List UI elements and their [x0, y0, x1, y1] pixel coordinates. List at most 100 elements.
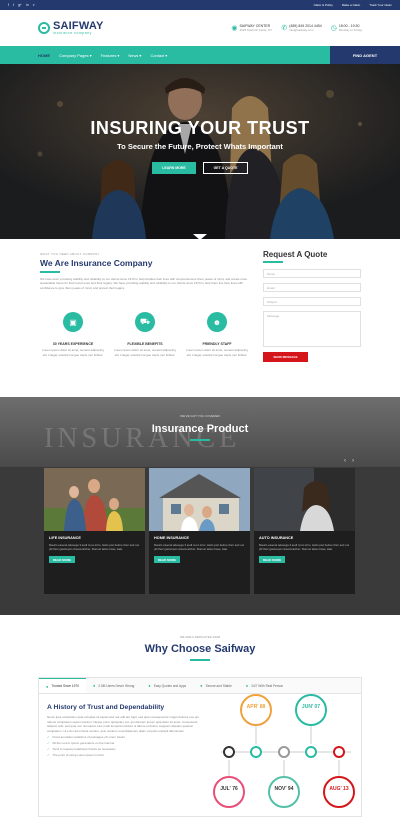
link-claim-policy[interactable]: Claim & Policy — [314, 3, 333, 7]
message-field[interactable]: Message — [263, 310, 361, 347]
logo-title: SAIFWAY — [53, 20, 104, 32]
feature-benefits: ⛟ FLEXIBLE BENEFITS Lorem ipsum dolor si… — [112, 312, 178, 357]
list-item-text: All the Lorem Ipsum generators on the in… — [52, 741, 115, 745]
learn-more-button[interactable]: LEARN MORE — [152, 162, 196, 174]
logo[interactable]: SAIFWAY insurance company — [38, 21, 104, 35]
feature-title: FLEXIBLE BENEFITS — [127, 342, 163, 346]
why-underline — [190, 659, 210, 661]
contact-hours: ◷ 18:00 - 19:30 Monday to Friday — [331, 24, 362, 32]
timeline-dot[interactable] — [305, 746, 317, 758]
tab-trusted[interactable]: ● Trusted Since 1970 — [39, 678, 86, 693]
nav-news[interactable]: News — [128, 53, 138, 58]
timeline-label: APR' 88 — [247, 704, 266, 710]
list-item: ✓ Tend to repeat predefined chunks as nec… — [47, 747, 205, 751]
prev-arrow-icon[interactable]: ‹ — [344, 458, 346, 464]
timeline-dot[interactable] — [250, 746, 262, 758]
hero-title: INSURING YOUR TRUST — [90, 118, 310, 138]
timeline-label: JUN' 07 — [302, 704, 320, 710]
why-choose-section: WE ARE A DEDICATED FIRM Why Choose Saifw… — [0, 615, 400, 823]
list-item-text: Fixed annuities variations of passages o… — [52, 735, 126, 739]
link-track-claim[interactable]: Track Your Claim — [369, 3, 392, 7]
linkedin-icon[interactable]: in — [26, 3, 29, 7]
product-title: LIFE INSURANCE — [49, 536, 81, 540]
nav-contact[interactable]: Contact — [150, 53, 164, 58]
tab-label: Trusted Since 1970 — [51, 684, 79, 688]
next-arrow-icon[interactable]: › — [352, 458, 354, 464]
timeline-item-1976: JUL' 76 — [213, 776, 245, 808]
nav-features[interactable]: Features — [101, 53, 117, 58]
hero-overlay — [0, 64, 400, 239]
contact-email[interactable]: info@saifway.com — [289, 28, 322, 32]
send-message-button[interactable]: SEND MESSAGE — [263, 351, 308, 362]
timeline-dot[interactable] — [278, 746, 290, 758]
read-more-button[interactable]: READ MORE — [49, 556, 75, 563]
history-title: A History of Trust and Dependability — [47, 704, 165, 711]
history-timeline: APR' 88 JUN' 07 JUL' 76 NOV' 94 AUG' 13 — [213, 694, 355, 808]
logo-mark-icon — [38, 22, 50, 34]
find-agent-button[interactable]: FIND AGENT — [330, 46, 400, 64]
link-make-claim[interactable]: Make a Claim — [342, 3, 360, 7]
list-item: ✓ The point of using Lorem Ipsum is that — [47, 753, 205, 757]
why-title: Why Choose Saifway — [144, 643, 256, 655]
main-nav: HOME Company Pages ▾ Features ▾ News ▾ Cont… — [0, 46, 400, 64]
top-links: Claim & Policy Make a Claim Track Your C… — [314, 3, 392, 7]
about-text: We have been providing stability and rel… — [40, 276, 248, 290]
tab-label: 2.5M Users Never Wrong — [98, 683, 135, 688]
home-insurance-image — [149, 468, 250, 531]
lock-icon: ● — [200, 683, 203, 688]
timeline-item-2013: AUG' 13 — [323, 776, 355, 808]
product-card-auto: AUTO INSURANCE Mauris eleenal adesega 3 … — [254, 468, 355, 594]
product-title: AUTO INSURANCE — [259, 536, 294, 540]
why-panel: ● Trusted Since 1970 ● 2.5M Users Never Wr… — [38, 677, 362, 817]
vimeo-icon[interactable]: v — [33, 3, 35, 7]
product-text: Mauris eleenal adesega 3 audl moro intro… — [259, 543, 350, 551]
google-plus-icon[interactable]: g+ — [18, 3, 22, 7]
feature-title: FRIENDLY STAFF — [202, 342, 232, 346]
timeline-label: NOV' 94 — [275, 786, 294, 792]
feature-staff: ☻ FRIENDLY STAFF Lorem ipsum dolor sit a… — [184, 312, 250, 357]
subject-field[interactable]: Subject — [263, 296, 361, 306]
chevron-down-icon: ▾ — [89, 52, 92, 58]
about-underline — [40, 271, 60, 273]
feature-text: Lorem ipsum dolor sit amet, senetul adip… — [114, 348, 176, 357]
chevron-down-icon: ▾ — [117, 52, 120, 58]
about-subtitle: WHAT YOU NEED ABOUT COMPANY — [40, 252, 100, 256]
history-text: Nemo ipsa voluptatem quia voluptas sit a… — [47, 715, 199, 733]
timeline-dot[interactable] — [333, 746, 345, 758]
product-card-life: LIFE INSURANCE Mauris eleenal adesega 3 … — [44, 468, 145, 594]
top-bar: f t g+ in v Claim & Policy Make a Claim … — [0, 0, 400, 10]
clock-icon: ◷ — [330, 25, 337, 32]
read-more-button[interactable]: READ MORE — [154, 556, 180, 563]
timeline-item-1994: NOV' 94 — [268, 776, 300, 808]
feature-title: 30 YEARS EXPERIENCE — [52, 342, 94, 346]
facebook-icon[interactable]: f — [8, 3, 9, 7]
contact-address: ◉ SAIFWAY CENTER 1625 Kashmir Circle, NY — [231, 24, 272, 32]
get-quote-button[interactable]: GET A QUOTE — [203, 162, 248, 174]
product-text: Mauris eleenal adesega 3 audl moro intro… — [154, 543, 245, 551]
products-title: Insurance Product — [151, 423, 249, 435]
twitter-icon[interactable]: t — [13, 3, 14, 7]
quote-title: Request A Quote — [263, 250, 328, 259]
tab-quotes[interactable]: ● Easy Quotes and Apps — [141, 678, 193, 693]
check-icon: ✓ — [47, 741, 50, 745]
nav-company-pages[interactable]: Company Pages — [59, 53, 89, 58]
about-title: We Are Insurance Company — [40, 258, 153, 268]
list-item-text: Tend to repeat predefined chunks as nece… — [52, 747, 116, 751]
timeline-item-2007: JUN' 07 — [295, 694, 327, 726]
check-icon: ✓ — [47, 735, 50, 739]
email-field[interactable]: Email — [263, 282, 361, 292]
tab-users[interactable]: ● 2.5M Users Never Wrong — [86, 678, 141, 693]
timeline-item-1988: APR' 88 — [240, 694, 272, 726]
name-field[interactable]: Name — [263, 268, 361, 278]
phone-icon: ✆ — [281, 25, 288, 32]
read-more-button[interactable]: READ MORE — [259, 556, 285, 563]
product-title: HOME INSURANCE — [154, 536, 190, 540]
hero-subtitle: To Secure the Future, Protect Whats Impo… — [117, 142, 283, 151]
contact-phone: ✆ (489) 849 2014 4454 info@saifway.com — [281, 24, 321, 32]
contact-address-line2: 1625 Kashmir Circle, NY — [239, 28, 273, 32]
product-card-home: HOME INSURANCE Mauris eleenal adesega 3 … — [149, 468, 250, 594]
feature-text: Lorem ipsum dolor sit amet, senetul adip… — [42, 348, 104, 357]
nav-home[interactable]: HOME — [38, 53, 50, 58]
timeline-dot[interactable] — [223, 746, 235, 758]
users-icon: ● — [92, 683, 96, 688]
